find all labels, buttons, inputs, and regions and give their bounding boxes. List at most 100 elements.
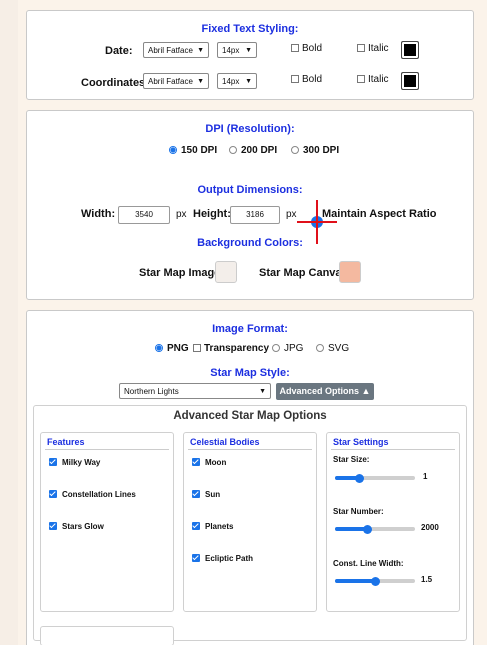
fixed-text-panel: Fixed Text Styling: Date: Abril Fatface ▼… bbox=[26, 10, 474, 100]
checkbox-checked-icon bbox=[49, 522, 57, 530]
chevron-down-icon: ▼ bbox=[197, 47, 204, 54]
stars-glow-checkbox[interactable]: Stars Glow bbox=[49, 522, 104, 531]
next-section-box bbox=[40, 626, 174, 645]
ecliptic-path-label: Ecliptic Path bbox=[205, 554, 254, 563]
checkbox-checked-icon bbox=[192, 554, 200, 562]
advanced-options-button[interactable]: Advanced Options ▲ bbox=[276, 383, 374, 400]
stars-glow-label: Stars Glow bbox=[62, 522, 104, 531]
coordinates-size-select[interactable]: 14px ▼ bbox=[217, 73, 257, 89]
checkbox-icon bbox=[357, 75, 365, 83]
planets-checkbox[interactable]: Planets bbox=[192, 522, 233, 531]
date-color-picker[interactable] bbox=[401, 41, 419, 59]
features-title: Features bbox=[47, 437, 85, 447]
radio-icon bbox=[155, 344, 163, 352]
moon-checkbox[interactable]: Moon bbox=[192, 458, 226, 467]
star-settings-box: Star Settings Star Size: 1 Star Number: … bbox=[326, 432, 460, 612]
checkbox-icon bbox=[357, 44, 365, 52]
width-label: Width: bbox=[81, 208, 116, 220]
celestial-bodies-title: Celestial Bodies bbox=[190, 437, 260, 447]
height-label: Height: bbox=[193, 208, 231, 220]
crosshair-cursor-icon bbox=[297, 200, 337, 244]
image-format-title: Image Format: bbox=[212, 323, 288, 335]
radio-icon bbox=[229, 146, 237, 154]
format-jpg-radio[interactable]: JPG bbox=[272, 343, 303, 354]
dpi-150-radio[interactable]: 150 DPI bbox=[169, 145, 217, 156]
star-number-slider[interactable] bbox=[335, 524, 415, 534]
checkbox-icon bbox=[291, 44, 299, 52]
divider bbox=[188, 449, 312, 450]
transparency-checkbox[interactable]: Transparency bbox=[193, 343, 269, 354]
star-number-label: Star Number: bbox=[333, 507, 384, 516]
date-italic-label: Italic bbox=[368, 43, 389, 54]
dpi-150-label: 150 DPI bbox=[181, 145, 218, 156]
milky-way-label: Milky Way bbox=[62, 458, 101, 467]
dpi-300-radio[interactable]: 300 DPI bbox=[291, 145, 339, 156]
coordinates-font-value: Abril Fatface bbox=[148, 77, 193, 86]
chevron-down-icon: ▼ bbox=[245, 78, 252, 85]
constellation-lines-checkbox[interactable]: Constellation Lines bbox=[49, 490, 136, 499]
star-size-slider[interactable] bbox=[335, 473, 415, 483]
star-map-canvas-color[interactable] bbox=[339, 261, 361, 283]
chevron-down-icon: ▼ bbox=[245, 47, 252, 54]
divider bbox=[45, 449, 169, 450]
checkbox-icon bbox=[291, 75, 299, 83]
slider-handle[interactable] bbox=[355, 473, 364, 483]
date-font-select[interactable]: Abril Fatface ▼ bbox=[143, 42, 209, 58]
const-line-width-label: Const. Line Width: bbox=[333, 559, 404, 568]
constellation-lines-label: Constellation Lines bbox=[62, 490, 136, 499]
checkbox-checked-icon bbox=[192, 490, 200, 498]
star-number-value: 2000 bbox=[421, 523, 439, 532]
celestial-bodies-box: Celestial Bodies Moon Sun Planets Eclipt… bbox=[183, 432, 317, 612]
coordinates-size-value: 14px bbox=[222, 77, 240, 86]
const-line-width-value: 1.5 bbox=[421, 575, 433, 584]
coordinates-bold-checkbox[interactable]: Bold bbox=[291, 74, 322, 85]
format-png-label: PNG bbox=[167, 343, 189, 354]
format-panel: Image Format: PNG Transparency JPG SVG S… bbox=[26, 310, 474, 645]
coordinates-color-picker[interactable] bbox=[401, 72, 419, 90]
planets-label: Planets bbox=[205, 522, 234, 531]
moon-label: Moon bbox=[205, 458, 227, 467]
height-unit: px bbox=[286, 209, 297, 220]
slider-handle[interactable] bbox=[363, 524, 372, 534]
star-settings-title: Star Settings bbox=[333, 437, 389, 447]
ecliptic-path-checkbox[interactable]: Ecliptic Path bbox=[192, 554, 253, 563]
date-size-value: 14px bbox=[222, 46, 240, 55]
format-svg-radio[interactable]: SVG bbox=[316, 343, 349, 354]
dpi-200-radio[interactable]: 200 DPI bbox=[229, 145, 277, 156]
slider-fill bbox=[335, 579, 375, 583]
star-map-canvas-label: Star Map Canvas: bbox=[259, 267, 352, 279]
star-map-image-label: Star Map Image: bbox=[139, 267, 224, 279]
features-box: Features Milky Way Constellation Lines S… bbox=[40, 432, 174, 612]
dpi-title: DPI (Resolution): bbox=[205, 123, 295, 135]
star-map-style-select[interactable]: Northern Lights ▼ bbox=[119, 383, 271, 399]
transparency-label: Transparency bbox=[204, 343, 270, 354]
date-size-select[interactable]: 14px ▼ bbox=[217, 42, 257, 58]
radio-icon bbox=[316, 344, 324, 352]
date-italic-checkbox[interactable]: Italic bbox=[357, 43, 389, 54]
coordinates-font-select[interactable]: Abril Fatface ▼ bbox=[143, 73, 209, 89]
height-input[interactable]: 3186 bbox=[230, 206, 280, 224]
format-png-radio[interactable]: PNG bbox=[155, 343, 189, 354]
width-input[interactable]: 3540 bbox=[118, 206, 170, 224]
advanced-options-panel: Advanced Star Map Options Features Milky… bbox=[33, 405, 467, 645]
milky-way-checkbox[interactable]: Milky Way bbox=[49, 458, 100, 467]
sun-label: Sun bbox=[205, 490, 221, 499]
coordinates-italic-checkbox[interactable]: Italic bbox=[357, 74, 389, 85]
checkbox-checked-icon bbox=[49, 458, 57, 466]
dpi-200-label: 200 DPI bbox=[241, 145, 278, 156]
sun-checkbox[interactable]: Sun bbox=[192, 490, 220, 499]
slider-handle[interactable] bbox=[371, 576, 380, 586]
checkbox-checked-icon bbox=[192, 458, 200, 466]
left-sidebar bbox=[0, 0, 18, 645]
fixed-text-title: Fixed Text Styling: bbox=[201, 23, 299, 35]
star-map-style-title: Star Map Style: bbox=[210, 367, 290, 379]
maintain-aspect-label[interactable]: Maintain Aspect Ratio bbox=[322, 208, 437, 220]
background-colors-title: Background Colors: bbox=[197, 237, 303, 249]
const-line-width-slider[interactable] bbox=[335, 576, 415, 586]
dpi-panel: DPI (Resolution): 150 DPI 200 DPI 300 DP… bbox=[26, 110, 474, 300]
date-bold-checkbox[interactable]: Bold bbox=[291, 43, 322, 54]
format-jpg-label: JPG bbox=[284, 343, 304, 354]
star-map-style-value: Northern Lights bbox=[124, 387, 179, 396]
date-bold-label: Bold bbox=[302, 43, 323, 54]
star-map-image-color[interactable] bbox=[215, 261, 237, 283]
